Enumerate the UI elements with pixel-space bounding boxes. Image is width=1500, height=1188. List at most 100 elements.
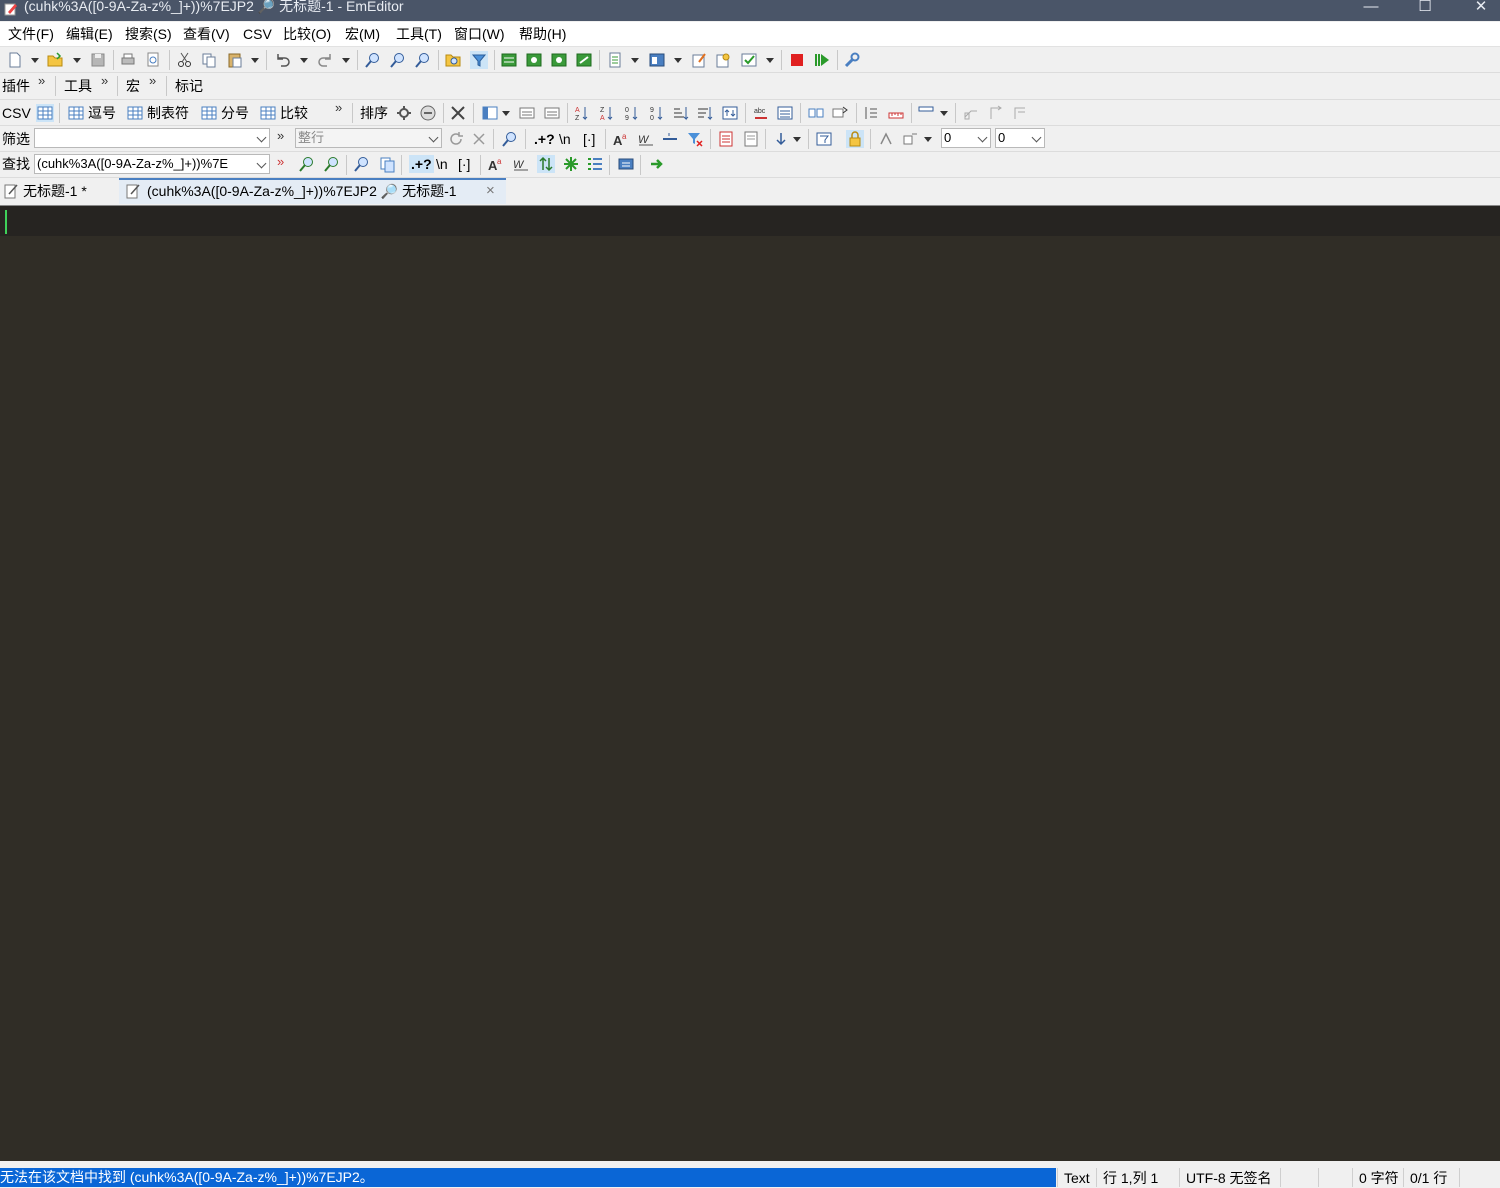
find-next-icon[interactable]: [298, 155, 316, 173]
filter-scope-dropdown-icon[interactable]: [428, 132, 439, 143]
combine-columns-icon[interactable]: [831, 104, 849, 122]
spell-check-dropdown-icon[interactable]: [766, 51, 774, 69]
csv-tools-icon[interactable]: [449, 104, 467, 122]
whole-word-icon[interactable]: W: [637, 130, 655, 148]
maximize-button[interactable]: ☐: [1402, 0, 1448, 20]
plugins-label[interactable]: 插件: [2, 77, 30, 95]
context-before-stepper[interactable]: 0: [941, 128, 991, 148]
context-before-dropdown-icon[interactable]: [977, 132, 988, 143]
column-layout-icon[interactable]: [481, 104, 499, 122]
find-wrap-around-icon[interactable]: [537, 155, 555, 173]
redo-icon[interactable]: [316, 51, 334, 69]
filter-icon[interactable]: [470, 51, 488, 69]
remove-duplicates-icon[interactable]: abc: [752, 104, 770, 122]
find-in-documents-icon[interactable]: [378, 155, 396, 173]
find-match-case-icon[interactable]: Aa: [487, 155, 505, 173]
macro-options-icon[interactable]: [843, 51, 861, 69]
text-editor[interactable]: [0, 205, 1500, 1161]
filter-input[interactable]: [34, 128, 270, 148]
open-dropdown-icon[interactable]: [73, 51, 81, 69]
ruler-icon[interactable]: [887, 104, 905, 122]
menu-window[interactable]: 窗口(W): [454, 25, 505, 43]
customize-icon[interactable]: [690, 51, 708, 69]
sort-length-desc-icon[interactable]: [696, 104, 714, 122]
find-in-files-icon[interactable]: [444, 51, 462, 69]
stop-recording-icon[interactable]: [788, 51, 806, 69]
find-previous-icon[interactable]: [414, 51, 432, 69]
remove-filter-icon[interactable]: [686, 130, 704, 148]
sort-label[interactable]: 排序: [360, 104, 388, 122]
csv-mode-label[interactable]: CSV: [2, 104, 31, 122]
previous-bookmark-icon[interactable]: [550, 51, 568, 69]
menu-edit[interactable]: 编辑(E): [66, 25, 113, 43]
split-columns-icon[interactable]: [807, 104, 825, 122]
new-file-icon[interactable]: [6, 51, 24, 69]
menu-view[interactable]: 查看(V): [183, 25, 230, 43]
context-after-stepper[interactable]: 0: [995, 128, 1045, 148]
undo-dropdown-icon[interactable]: [300, 51, 308, 69]
comma-label[interactable]: 逗号: [88, 104, 116, 122]
find-dropdown-icon[interactable]: [256, 158, 267, 169]
csv-more-chevron-icon[interactable]: »: [335, 100, 342, 115]
copy-icon[interactable]: [200, 51, 218, 69]
filter-highlight-icon[interactable]: [877, 130, 895, 148]
join-csv-icon[interactable]: [776, 104, 794, 122]
move-column-left-icon[interactable]: [987, 104, 1005, 122]
semicolon-label[interactable]: 分号: [221, 104, 249, 122]
find-more-chevron-icon[interactable]: »: [277, 154, 284, 169]
status-cursor-position[interactable]: 行 1,列 1: [1096, 1168, 1158, 1187]
filter-context-dropdown-icon[interactable]: [924, 130, 932, 148]
heading-icon[interactable]: [862, 104, 880, 122]
bookmark-icon[interactable]: [500, 51, 518, 69]
find-regex-toggle[interactable]: .+?: [409, 155, 434, 173]
find-brackets-toggle[interactable]: [·]: [458, 155, 470, 173]
insert-column-icon[interactable]: [518, 104, 536, 122]
close-window-button[interactable]: ✕: [1458, 0, 1500, 20]
clear-filter-icon[interactable]: [470, 130, 488, 148]
paste-icon[interactable]: [226, 51, 244, 69]
delete-column-icon[interactable]: [543, 104, 561, 122]
match-case-icon[interactable]: Aa: [612, 130, 630, 148]
extract-lines-icon[interactable]: [717, 130, 735, 148]
tools-chevron-icon[interactable]: »: [101, 73, 108, 88]
macros-label[interactable]: 宏: [126, 77, 140, 95]
find-highlight-icon[interactable]: [562, 155, 580, 173]
find-input[interactable]: (cuhk%3A([0-9A-Za-z%_]+))%7E: [34, 154, 270, 174]
filter-bar-icon[interactable]: [815, 130, 833, 148]
tab-close-icon[interactable]: ×: [486, 178, 495, 204]
replace-arrow-icon[interactable]: [648, 155, 666, 173]
sort-z-a-icon[interactable]: ZA: [598, 104, 616, 122]
menu-file[interactable]: 文件(F): [8, 25, 54, 43]
sort-a-z-icon[interactable]: AZ: [573, 104, 591, 122]
csv-table-icon[interactable]: [36, 104, 54, 122]
tools-label[interactable]: 工具: [64, 77, 92, 95]
filter-context-icon[interactable]: [902, 130, 920, 148]
refresh-filter-icon[interactable]: [447, 130, 465, 148]
lock-filter-icon[interactable]: [846, 130, 864, 148]
filter-more-chevron-icon[interactable]: »: [277, 128, 284, 143]
menu-search[interactable]: 搜索(S): [125, 25, 172, 43]
run-macro-icon[interactable]: [813, 51, 831, 69]
sort-9-0-icon[interactable]: 90: [648, 104, 666, 122]
plugins-chevron-icon[interactable]: »: [38, 73, 45, 88]
tab-table-icon[interactable]: [126, 104, 144, 122]
configuration-icon[interactable]: [714, 51, 732, 69]
print-preview-icon[interactable]: [144, 51, 162, 69]
window-layout-icon[interactable]: [648, 51, 666, 69]
filter-direction-dropdown-icon[interactable]: [793, 130, 801, 148]
filter-direction-icon[interactable]: [772, 130, 790, 148]
filter-dropdown-icon[interactable]: [256, 132, 267, 143]
find-whole-word-icon[interactable]: W: [512, 155, 530, 173]
find-icon[interactable]: [364, 51, 382, 69]
menu-help[interactable]: 帮助(H): [519, 25, 566, 43]
new-dropdown-icon[interactable]: [31, 51, 39, 69]
comma-table-icon[interactable]: [67, 104, 85, 122]
status-encoding[interactable]: UTF-8 无签名: [1179, 1168, 1272, 1187]
advanced-filter-icon[interactable]: [501, 130, 519, 148]
menu-tools[interactable]: 工具(T): [396, 25, 442, 43]
redo-dropdown-icon[interactable]: [342, 51, 350, 69]
save-icon[interactable]: [89, 51, 107, 69]
stop-sort-icon[interactable]: [419, 104, 437, 122]
find-previous-icon[interactable]: [323, 155, 341, 173]
freeze-columns-icon[interactable]: [962, 104, 980, 122]
